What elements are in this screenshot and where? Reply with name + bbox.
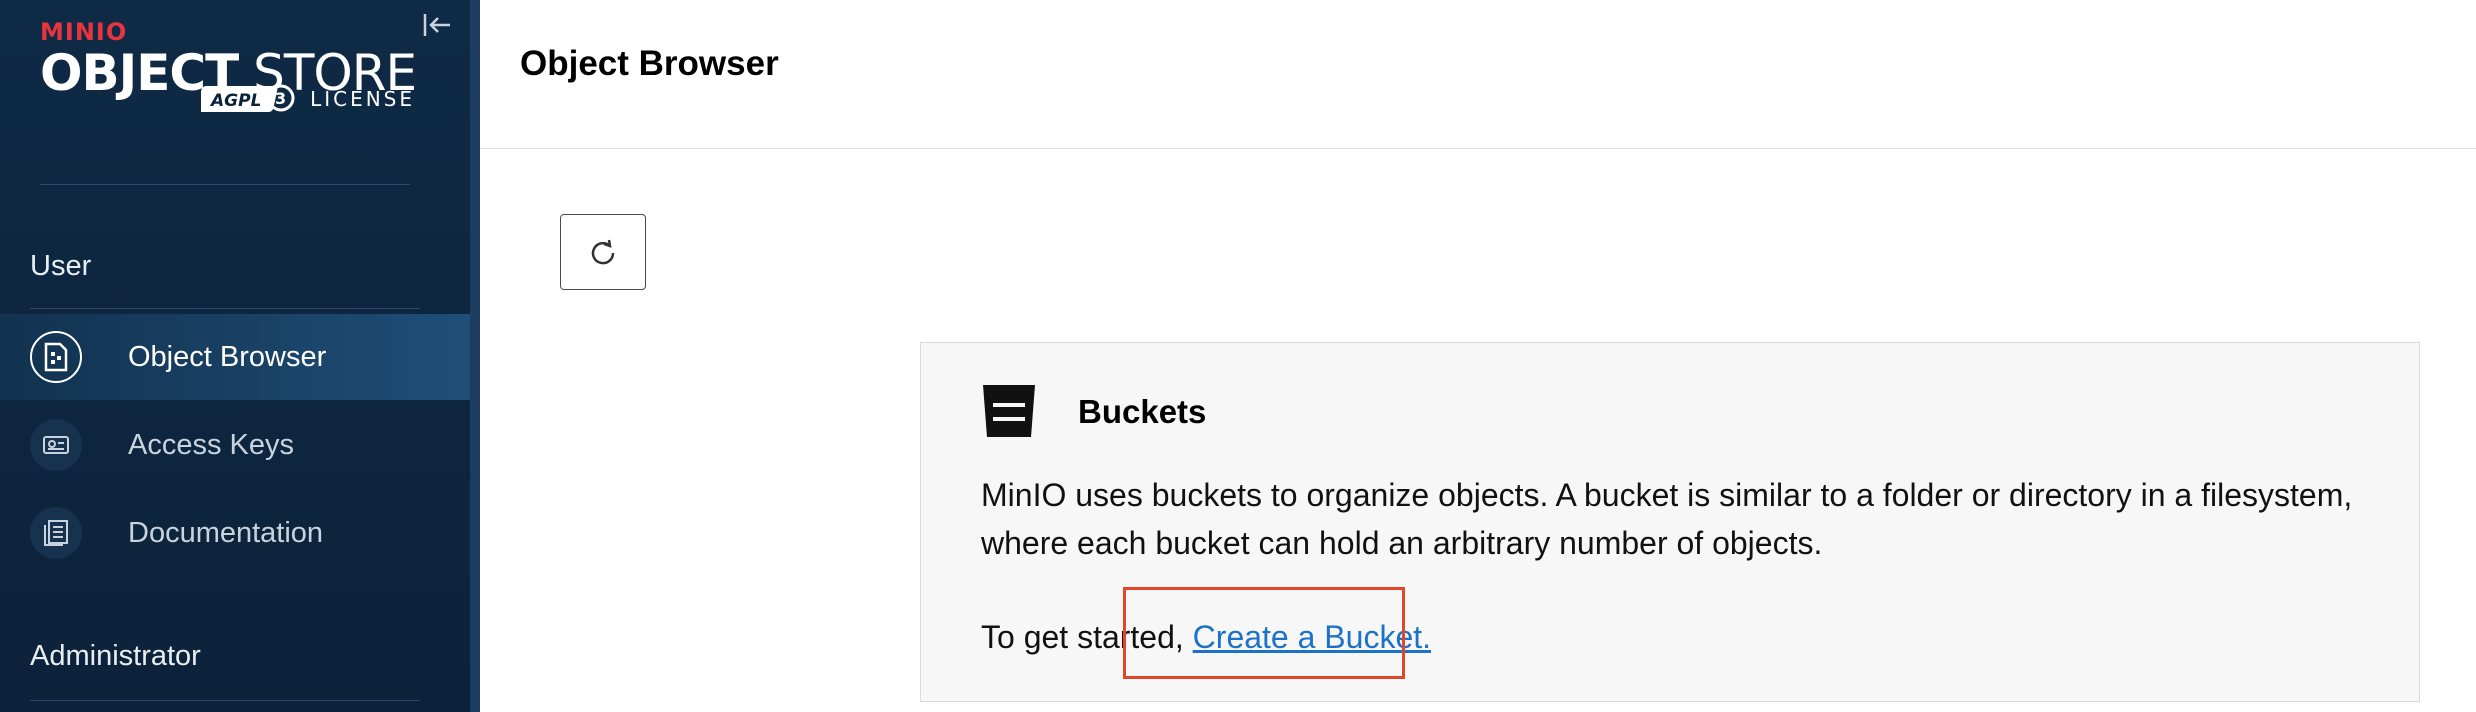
- section-admin-divider: [30, 700, 420, 701]
- sidebar-item-label: Access Keys: [128, 428, 294, 461]
- section-administrator: Administrator: [30, 640, 201, 672]
- logo-vendor: MINIO: [40, 18, 128, 46]
- section-user: User: [30, 250, 92, 282]
- buckets-empty-card: Buckets MinIO uses buckets to organize o…: [920, 342, 2420, 702]
- object-browser-icon: [30, 331, 82, 383]
- documentation-icon: [30, 507, 82, 559]
- refresh-button[interactable]: [560, 214, 646, 290]
- section-user-divider: [30, 308, 420, 309]
- cta-prefix: To get started,: [981, 619, 1193, 655]
- agpl-badge-icon: AGPL 3: [201, 84, 295, 112]
- create-bucket-link[interactable]: Create a Bucket.: [1193, 619, 1431, 655]
- license-row: AGPL 3 LICENSE: [155, 82, 415, 116]
- sidebar-item-label: Object Browser: [128, 340, 327, 373]
- sidebar-item-documentation[interactable]: Documentation: [0, 490, 470, 576]
- sidebar-item-object-browser[interactable]: Object Browser: [0, 314, 470, 400]
- bucket-icon: [983, 385, 1035, 437]
- page-title: Object Browser: [520, 44, 779, 83]
- svg-text:3: 3: [275, 89, 286, 108]
- svg-text:AGPL: AGPL: [209, 91, 261, 111]
- card-cta: To get started, Create a Bucket.: [981, 615, 1431, 659]
- sidebar-scrollbar[interactable]: [470, 0, 480, 712]
- collapse-sidebar-icon[interactable]: [420, 10, 454, 40]
- sidebar: MINIO OBJECT STORE AGPL 3 LICENSE User O…: [0, 0, 470, 712]
- refresh-icon: [591, 239, 615, 265]
- card-description: MinIO uses buckets to organize objects. …: [981, 477, 2353, 561]
- sidebar-item-label: Documentation: [128, 516, 324, 549]
- card-title: Buckets: [1078, 393, 1207, 430]
- main-content: Object Browser Buckets MinIO uses bucket…: [480, 0, 2476, 712]
- sidebar-item-access-keys[interactable]: Access Keys: [0, 402, 470, 488]
- license-label: LICENSE: [310, 87, 415, 111]
- access-keys-icon: [30, 419, 82, 471]
- sidebar-divider: [40, 184, 410, 185]
- page-header: Object Browser: [480, 0, 2476, 149]
